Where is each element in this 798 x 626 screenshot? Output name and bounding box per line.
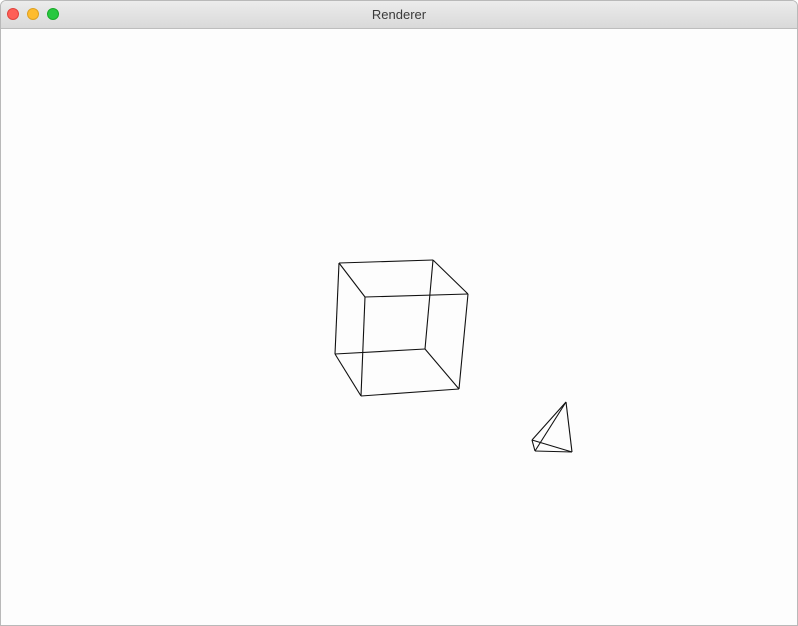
cube-edge — [424, 259, 434, 350]
render-canvas[interactable] — [1, 29, 797, 625]
tetrahedron-edge — [531, 439, 536, 452]
cube-edge — [364, 293, 469, 298]
cube-edge — [424, 348, 460, 390]
app-window: Renderer — [0, 0, 798, 626]
cube-edge — [338, 262, 366, 298]
tetrahedron-edge — [534, 401, 567, 452]
cube-edge — [360, 388, 460, 397]
cube-edge — [334, 353, 362, 397]
tetrahedron-edge — [534, 450, 573, 453]
cube-edge — [338, 259, 434, 264]
cube-wireframe — [334, 259, 469, 397]
cube-edge — [334, 262, 340, 355]
cube-edge — [360, 296, 366, 397]
title-bar[interactable]: Renderer — [1, 1, 797, 29]
tetrahedron-edge — [531, 401, 567, 441]
render-viewport — [334, 259, 573, 453]
window-title: Renderer — [371, 7, 427, 22]
cube-edge — [432, 259, 469, 295]
tetrahedron-wireframe — [531, 401, 573, 453]
cube-edge — [334, 348, 426, 355]
tetrahedron-edge — [565, 401, 573, 453]
cube-edge — [458, 293, 469, 390]
